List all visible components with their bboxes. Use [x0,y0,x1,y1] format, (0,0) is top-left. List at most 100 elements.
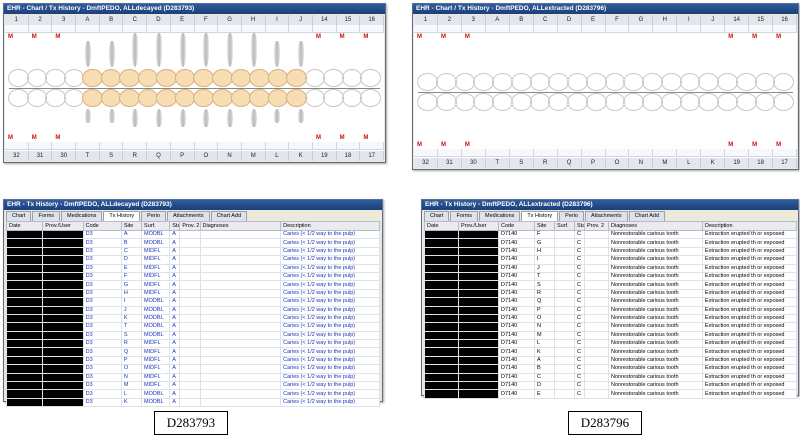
surface-cell[interactable] [218,25,242,33]
lower-tooth-crown[interactable] [250,109,257,127]
surface-cell[interactable] [749,149,774,157]
tooth-occlusal[interactable] [604,92,626,111]
tooth-number[interactable]: T [485,158,510,168]
tooth-occlusal[interactable] [735,92,757,111]
table-row[interactable]: D3 F MIDFL A Caries (< 1/2 way to the pulp) [5,271,380,282]
lower-tooth-crown[interactable] [274,109,281,123]
tab-attachments[interactable]: Attachments [167,211,210,221]
tooth-number[interactable]: 30 [461,158,486,168]
tooth-occlusal[interactable] [119,89,140,107]
tab-medications[interactable]: Medications [61,211,103,221]
tooth-occlusal[interactable] [360,69,381,87]
tooth-occlusal[interactable] [585,92,607,111]
tooth-number[interactable]: 30 [52,151,77,161]
column-header[interactable]: Stat [574,221,585,231]
surface-cell[interactable] [194,142,219,150]
column-header[interactable]: Surf. [554,221,575,231]
surface-cell[interactable] [461,149,486,157]
tooth-number[interactable]: I [265,15,290,25]
column-header[interactable]: Diagnoses [608,221,703,231]
column-header[interactable]: Date [5,221,44,231]
table-row[interactable]: D7140 T C Nonrestorable carious tooth Extrac… [424,271,797,282]
column-header[interactable]: Code [498,221,535,231]
table-row[interactable]: D3 C MIDFL A Caries (< 1/2 way to the pulp) [5,246,380,257]
tooth-number[interactable]: 14 [312,15,337,25]
tooth-occlusal[interactable] [679,72,701,91]
table-row[interactable]: D7140 A C Nonrestorable carious tooth Extrac… [424,355,797,366]
tooth-occlusal[interactable] [417,92,438,111]
tooth-occlusal[interactable] [492,72,513,91]
tooth-occlusal[interactable] [230,69,252,87]
lower-tooth-crown[interactable] [298,109,305,123]
tooth-number[interactable]: 18 [336,151,361,161]
tooth-number[interactable]: Q [557,158,582,168]
surface-cell[interactable] [170,142,195,150]
tooth-number[interactable]: C [123,15,148,25]
tooth-number[interactable]: 1 [5,15,29,25]
tooth-number[interactable]: C [533,15,558,25]
surface-cell[interactable] [414,149,438,157]
surface-cell[interactable] [99,142,124,150]
column-header[interactable]: Diagnoses [199,221,282,231]
surface-cell[interactable] [653,25,678,33]
table-row[interactable]: D7140 R C Nonrestorable carious tooth Extrac… [424,288,797,299]
surface-cell[interactable] [312,142,337,150]
table-row[interactable]: D7140 F C Nonrestorable carious tooth Extrac… [424,229,797,240]
tooth-occlusal[interactable] [212,69,233,87]
tooth-occlusal[interactable] [360,89,381,107]
tooth-occlusal[interactable] [698,92,719,111]
tooth-number[interactable]: D [557,15,582,25]
tooth-occlusal[interactable] [473,72,494,91]
tooth-occlusal[interactable] [286,89,307,107]
table-row[interactable]: D3 O MIDFL A Caries (< 1/2 way to the pulp) [5,364,380,374]
tooth-occlusal[interactable] [267,89,289,107]
tooth-occlusal[interactable] [26,69,48,87]
column-header[interactable]: Date [424,221,459,231]
tooth-occlusal[interactable] [82,89,103,107]
tooth-number[interactable]: S [99,151,124,161]
surface-cell[interactable] [76,25,100,33]
column-header[interactable]: Prov. 2 [179,221,201,231]
surface-cell[interactable] [653,149,678,157]
table-row[interactable]: D7140 J C Nonrestorable carious tooth Extrac… [424,263,797,273]
upper-tooth-crown[interactable] [108,41,115,67]
tooth-number[interactable]: S [509,158,534,168]
surface-cell[interactable] [725,25,750,33]
table-row[interactable]: D7140 D C Nonrestorable carious tooth Extrac… [424,381,797,391]
tooth-number[interactable]: 17 [773,158,797,168]
surface-cell[interactable] [533,149,558,157]
tooth-occlusal[interactable] [548,92,569,111]
tooth-occlusal[interactable] [156,89,177,107]
surface-cell[interactable] [147,25,171,33]
table-row[interactable]: D3 N MIDFL A Caries (< 1/2 way to the pulp) [5,372,380,383]
column-header[interactable]: Site [120,221,143,231]
surface-cell[interactable] [99,25,124,33]
tooth-occlusal[interactable] [754,92,776,111]
tooth-occlusal[interactable] [193,89,215,107]
table-row[interactable]: D3 B MODBL A Caries (< 1/2 way to the pulp) [5,238,380,248]
tab-medications[interactable]: Medications [479,211,521,221]
table-row[interactable]: D3 D MIDFL A Caries (< 1/2 way to the pulp) [5,255,380,265]
surface-cell[interactable] [581,25,606,33]
tooth-occlusal[interactable] [45,89,66,107]
surface-cell[interactable] [773,149,797,157]
tooth-occlusal[interactable] [45,69,66,87]
surface-cell[interactable] [28,25,53,33]
table-row[interactable]: D3 G MIDFL A Caries (< 1/2 way to the pulp) [5,280,380,290]
tooth-number[interactable]: L [265,151,290,161]
tab-chart[interactable]: Chart [6,211,32,221]
column-header[interactable]: Description [280,221,380,231]
tooth-occlusal[interactable] [63,69,85,87]
table-row[interactable]: D3 T MODBL A Caries (< 1/2 way to the pulp) [5,322,380,332]
tooth-occlusal[interactable] [137,69,159,87]
table-row[interactable]: D7140 I C Nonrestorable carious tooth Extrac… [424,255,797,265]
tooth-number[interactable]: 16 [773,15,797,25]
surface-cell[interactable] [360,142,384,150]
surface-cell[interactable] [557,25,582,33]
tooth-number[interactable]: N [629,158,654,168]
tooth-number[interactable]: O [194,151,219,161]
surface-cell[interactable] [194,25,219,33]
tooth-number[interactable]: P [170,151,195,161]
column-header[interactable]: Site [534,221,555,231]
column-header[interactable]: Description [702,221,797,231]
